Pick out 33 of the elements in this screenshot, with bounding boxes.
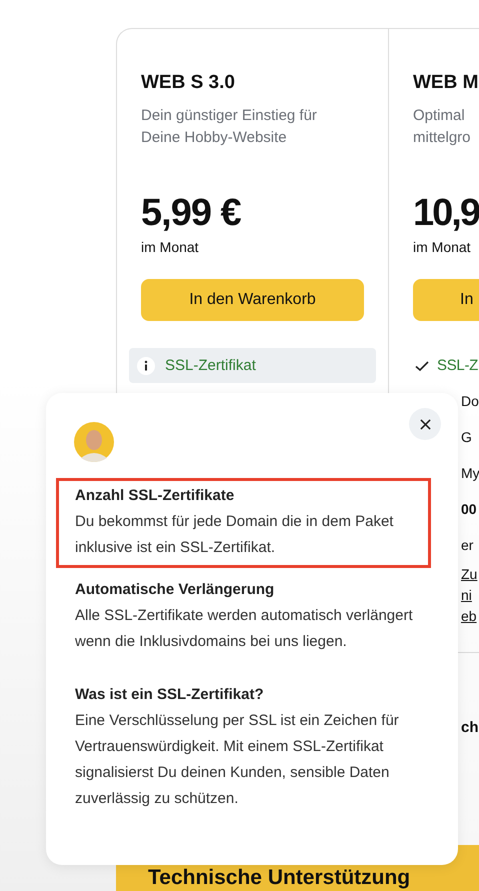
section-text: Eine Verschlüsselung per SSL ist ein Zeichen für Vertrauenswürdigkeit. Mit einem SSL-Zertifikat signalisierst Du deinen Kunden, sensible Daten zuverlässig zu schützen. [75,711,400,809]
feature-text: Do [461,393,479,409]
price-period: im Monat [141,238,200,256]
plan-title: WEB M [413,71,479,95]
close-icon [420,418,430,430]
feature-link[interactable]: Zu [461,566,478,582]
feature-item[interactable]: SSL-Zertifikat [129,348,376,383]
feature-link[interactable]: eb [461,608,477,624]
section-heading: ch [461,719,479,736]
price: 5,99 € [141,191,242,235]
section-heading: Automatische Verlängerung [75,580,276,600]
feature-link[interactable]: ni [461,586,472,602]
section-heading: Was ist ein SSL-Zertifikat? [75,685,265,705]
banner-title: Technische Unterstützung [148,866,410,889]
feature-text: er [461,537,474,553]
plan-description: Deine Hobby-Website [141,128,288,148]
price-period: im Monat [413,238,472,256]
feature-item[interactable]: SSL-Z [413,348,479,383]
info-icon [137,356,155,374]
add-to-cart-button[interactable]: In [413,279,479,321]
section-heading: Anzahl SSL-Zertifikate [75,486,236,506]
plan-title: WEB S 3.0 [141,71,236,95]
plan-description: Optimal [413,106,466,126]
feature-text: G [461,429,472,445]
price: 10,9 [413,191,479,235]
section-text: Du bekommst für jede Domain die in dem Paket inklusive ist ein SSL-Zertifikat. [75,512,394,558]
section-text: Alle SSL-Zertifikate werden automatisch verlängert wenn die Inklusivdomains bei uns liegen. [75,606,414,652]
feature-text: 00 [461,501,477,517]
close-button[interactable] [409,408,441,440]
plan-description: mittelgro [413,128,472,148]
plan-description: Dein günstiger Einstieg für [141,106,318,126]
add-to-cart-button[interactable]: In den Warenkorb [141,279,364,321]
avatar-icon [74,422,114,462]
